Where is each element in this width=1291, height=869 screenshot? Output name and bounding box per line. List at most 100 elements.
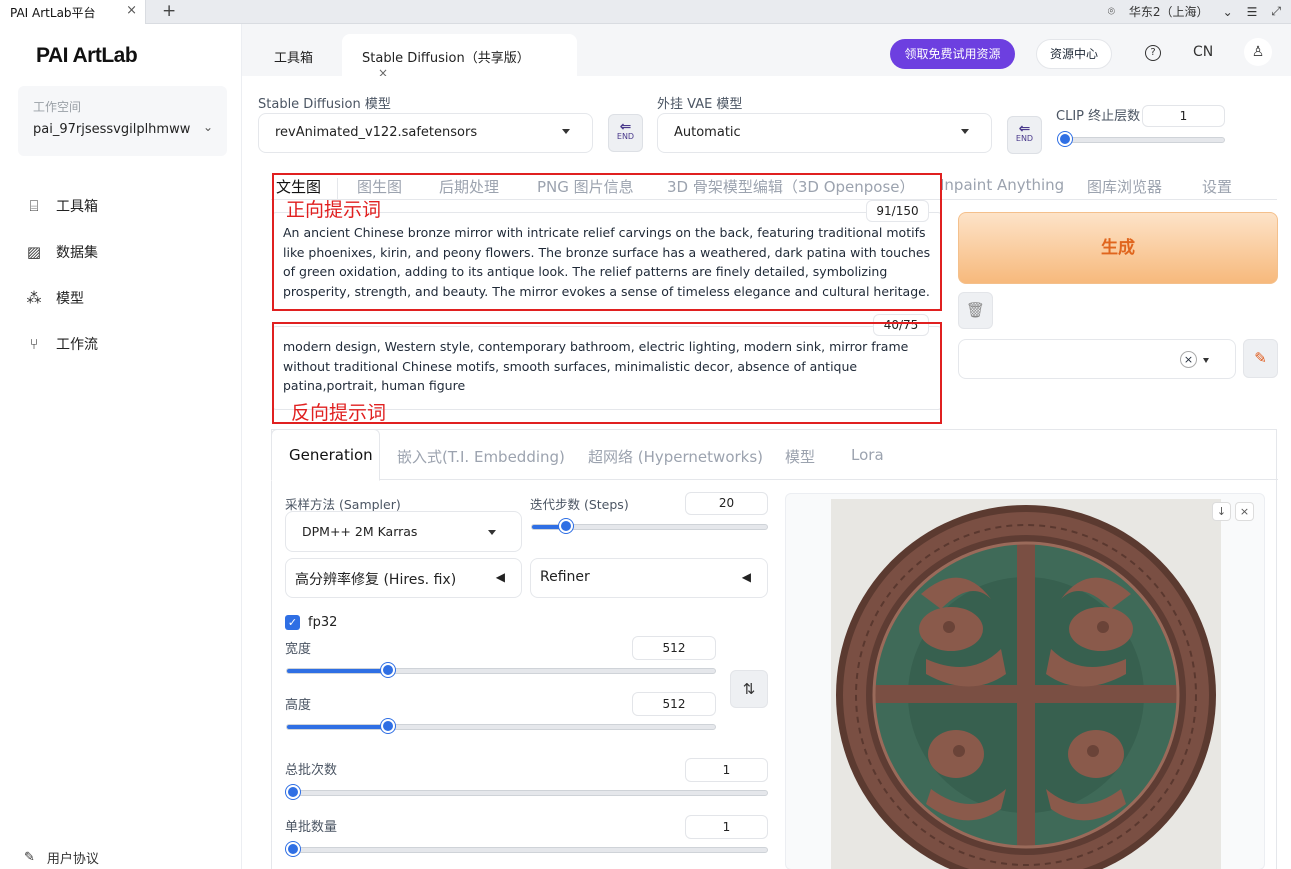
tab-label: 工具箱 — [274, 51, 314, 66]
slider-fill — [287, 725, 387, 729]
slider-thumb[interactable] — [559, 519, 573, 533]
refiner-label: Refiner — [540, 569, 590, 585]
sidebar-item-label: 工作流 — [56, 337, 98, 353]
generated-image[interactable] — [831, 499, 1221, 869]
tab-inpaint-anything[interactable]: Inpaint Anything — [940, 176, 1064, 194]
download-icon[interactable]: ↓ — [1212, 502, 1231, 521]
swap-dimensions-icon[interactable]: ⇅ — [730, 670, 768, 708]
triangle-left-icon: ◀ — [741, 570, 751, 584]
slider-thumb[interactable] — [286, 785, 300, 799]
batch-size-input[interactable]: 1 — [685, 815, 768, 839]
sidebar: PAI ArtLab 工作空间 pai_97rjsessvgilplhmww ⌄… — [0, 24, 242, 869]
steps-label: 迭代步数 (Steps) — [530, 497, 629, 512]
refresh-vae-button[interactable]: ⇐ END — [1007, 116, 1042, 154]
workspace-selector[interactable]: 工作空间 pai_97rjsessvgilplhmww ⌄ — [18, 86, 227, 156]
menu-icon[interactable]: ☰ — [1247, 5, 1258, 19]
language-switch[interactable]: CN — [1193, 44, 1213, 60]
vae-model-value: Automatic — [674, 125, 741, 140]
bronze-mirror-image — [831, 499, 1221, 869]
triangle-left-icon: ◀ — [495, 570, 505, 584]
trash-icon[interactable]: 🗑 — [958, 292, 993, 329]
clear-icon[interactable]: × — [1180, 351, 1197, 368]
annotation-positive-label: 正向提示词 — [286, 199, 382, 221]
sampler-select[interactable]: DPM++ 2M Karras — [285, 511, 522, 552]
new-tab-button[interactable]: + — [162, 1, 176, 21]
batch-size-label: 单批数量 — [285, 820, 338, 835]
arrow-left-icon: ⇐ — [1018, 121, 1031, 137]
close-icon[interactable]: × — [126, 3, 137, 18]
browser-tab-bar: PAI ArtLab平台 × + ⌾ 华东2（上海） ⌄ ☰ ⤢ — [0, 0, 1291, 24]
width-slider[interactable] — [286, 663, 716, 677]
resource-center-button[interactable]: 资源中心 — [1036, 39, 1112, 69]
annotation-negative-label: 反向提示词 — [291, 402, 387, 424]
browser-tab-title: PAI ArtLab平台 — [10, 6, 96, 20]
arrow-left-icon: ⇐ — [619, 119, 632, 135]
free-trial-button[interactable]: 领取免费试用资源 — [890, 39, 1015, 69]
sidebar-item-label: 模型 — [56, 291, 84, 307]
browser-controls: ⌾ 华东2（上海） ⌄ ☰ ⤢ — [1108, 3, 1281, 20]
steps-slider[interactable] — [531, 519, 768, 533]
top-header: 工具箱 Stable Diffusion（共享版） × 领取免费试用资源 资源中… — [242, 24, 1291, 80]
chevron-down-icon — [961, 129, 969, 134]
expand-icon[interactable]: ⤢ — [1271, 4, 1281, 19]
chevron-down-icon: ⌄ — [202, 120, 213, 134]
workspace-value: pai_97rjsessvgilplhmww — [33, 122, 191, 137]
style-select[interactable]: × — [958, 339, 1236, 379]
browser-tab[interactable]: PAI ArtLab平台 × — [0, 0, 146, 24]
main-panel: Stable Diffusion 模型 revAnimated_v122.saf… — [242, 76, 1291, 869]
tab-gallery-browser[interactable]: 图库浏览器 — [1087, 176, 1162, 197]
user-agreement-link[interactable]: ✎ 用户协议 — [24, 848, 99, 867]
tab-generation[interactable]: Generation — [289, 446, 373, 464]
clip-label: CLIP 终止层数 — [1056, 109, 1141, 124]
end-label: END — [616, 132, 635, 141]
close-icon[interactable]: × — [1235, 502, 1254, 521]
tab-stable-diffusion[interactable]: Stable Diffusion（共享版） × — [342, 34, 577, 80]
refresh-model-button[interactable]: ⇐ END — [608, 114, 643, 152]
tab-hypernetworks[interactable]: 超网络 (Hypernetworks) — [588, 446, 763, 467]
user-avatar-icon[interactable]: ♙ — [1244, 38, 1272, 66]
hires-fix-accordion[interactable]: 高分辨率修复 (Hires. fix) ◀ — [285, 558, 522, 598]
dataset-icon: ▨ — [26, 243, 42, 261]
chevron-down-icon[interactable]: ⌄ — [1223, 5, 1233, 19]
annotation-frame-positive — [272, 173, 942, 311]
clip-value-input[interactable]: 1 — [1142, 105, 1225, 127]
vae-model-select[interactable]: Automatic — [657, 113, 992, 153]
sidebar-item-workflow[interactable]: ⑂ 工作流 — [26, 334, 98, 354]
width-input[interactable]: 512 — [632, 636, 716, 660]
height-slider[interactable] — [286, 719, 716, 733]
vae-model-label: 外挂 VAE 模型 — [657, 97, 743, 112]
sidebar-item-model[interactable]: ⁂ 模型 — [26, 288, 85, 308]
tab-toolbox[interactable]: 工具箱 — [254, 34, 333, 76]
tab-embedding[interactable]: 嵌入式(T.I. Embedding) — [397, 446, 565, 467]
region-label[interactable]: 华东2（上海） — [1129, 3, 1209, 20]
sampler-value: DPM++ 2M Karras — [302, 524, 418, 539]
sd-model-select[interactable]: revAnimated_v122.safetensors — [258, 113, 593, 153]
slider-thumb[interactable] — [381, 663, 395, 677]
steps-input[interactable]: 20 — [685, 492, 768, 515]
clip-slider[interactable] — [1058, 132, 1225, 146]
refiner-accordion[interactable]: Refiner ◀ — [530, 558, 768, 598]
sd-model-label: Stable Diffusion 模型 — [258, 97, 391, 112]
logo: PAI ArtLab — [36, 44, 138, 67]
fp32-checkbox[interactable]: ✓ — [285, 615, 300, 630]
slider-thumb[interactable] — [286, 842, 300, 856]
batch-count-input[interactable]: 1 — [685, 758, 768, 782]
tab-label: Stable Diffusion（共享版） — [362, 51, 530, 66]
height-label: 高度 — [285, 698, 312, 713]
sidebar-item-label: 工具箱 — [56, 199, 98, 215]
generate-button[interactable]: 生成 — [958, 212, 1278, 284]
slider-thumb[interactable] — [381, 719, 395, 733]
pencil-icon[interactable]: ✎ — [1243, 339, 1278, 378]
sidebar-item-dataset[interactable]: ▨ 数据集 — [26, 242, 98, 262]
slider-thumb[interactable] — [1058, 132, 1072, 146]
batch-count-slider[interactable] — [286, 785, 768, 799]
batch-size-slider[interactable] — [286, 842, 768, 856]
help-icon[interactable]: ? — [1145, 45, 1161, 61]
tab-settings[interactable]: 设置 — [1202, 176, 1232, 197]
height-input[interactable]: 512 — [632, 692, 716, 716]
tab-lora[interactable]: Lora — [851, 446, 884, 464]
location-icon: ⌾ — [1107, 4, 1115, 18]
tab-models[interactable]: 模型 — [785, 446, 815, 467]
hires-fix-label: 高分辨率修复 (Hires. fix) — [295, 572, 457, 588]
sidebar-item-toolbox[interactable]: ⌸ 工具箱 — [26, 196, 98, 216]
